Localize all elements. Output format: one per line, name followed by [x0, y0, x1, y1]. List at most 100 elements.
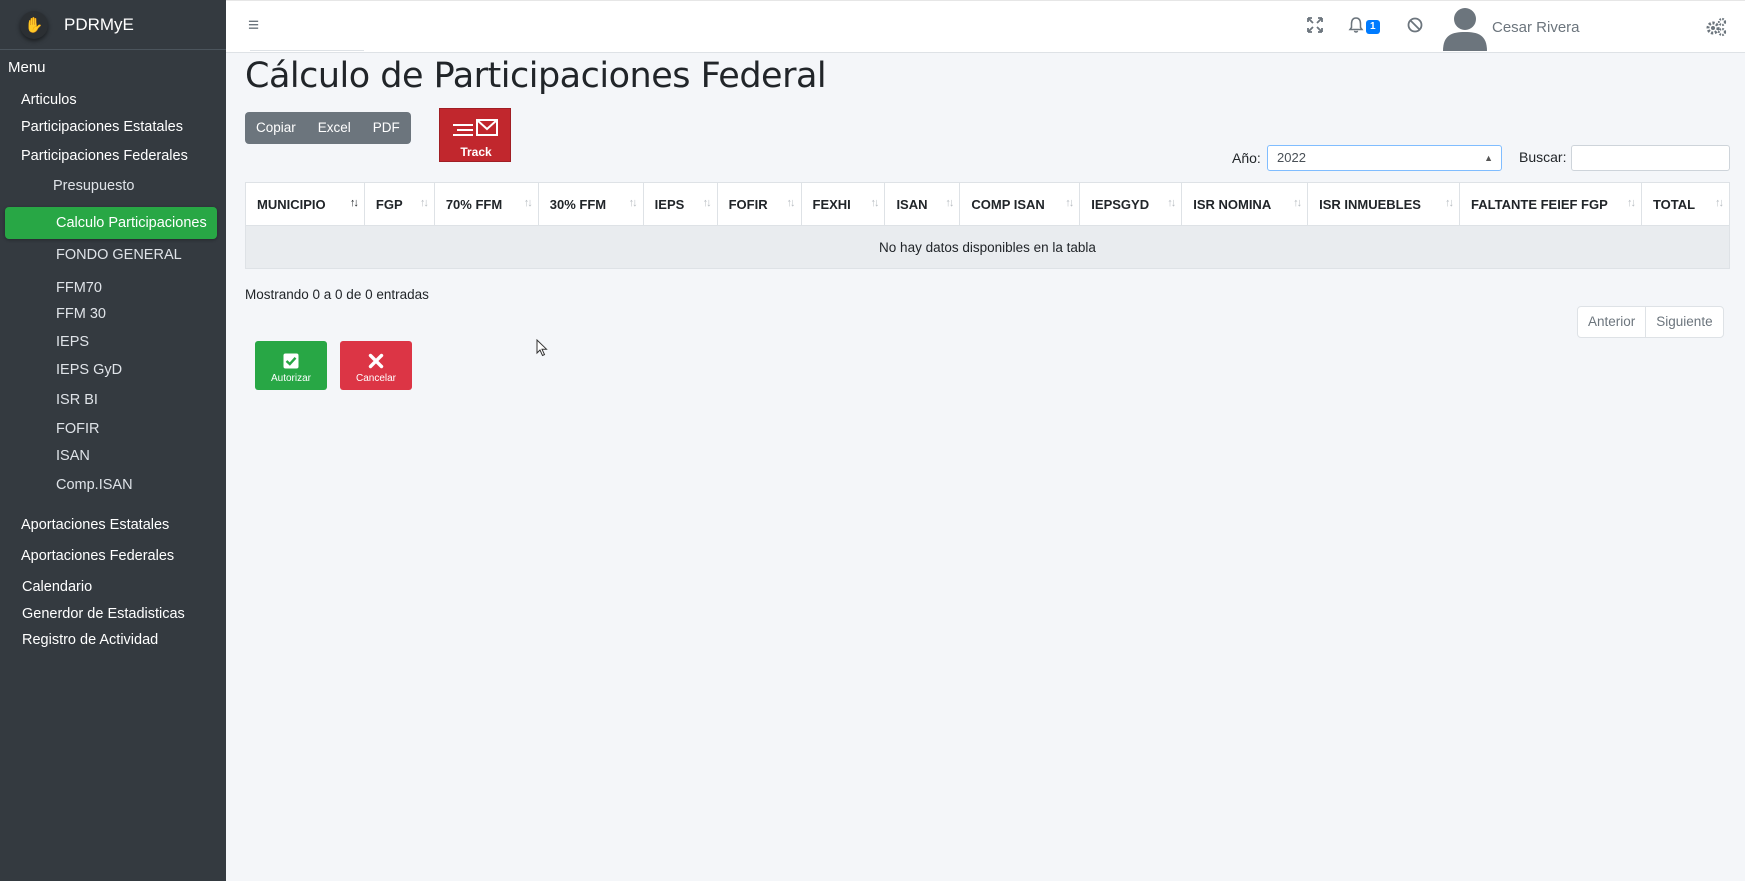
- block-icon[interactable]: [1406, 16, 1424, 34]
- search-input[interactable]: [1571, 145, 1730, 171]
- sidebar-item-comp-isan[interactable]: Comp.ISAN: [56, 477, 133, 493]
- authorize-label: Autorizar: [270, 373, 311, 384]
- cancel-button[interactable]: Cancelar: [340, 341, 412, 390]
- column-header-municipio[interactable]: MUNICIPIO ↑↓: [245, 182, 365, 226]
- year-select[interactable]: 2022 ▲: [1267, 145, 1502, 171]
- column-header-iepsgyd[interactable]: IEPSGYD ↑↓: [1079, 182, 1183, 226]
- sidebar-item-fofir[interactable]: FOFIR: [56, 421, 100, 437]
- search-label: Buscar:: [1519, 149, 1567, 165]
- column-header-label: ISAN: [896, 196, 928, 212]
- table-row: No hay datos disponibles en la tabla: [245, 225, 1730, 269]
- sidebar-item-ieps[interactable]: IEPS: [56, 334, 89, 350]
- column-header-isr-inmuebles[interactable]: ISR INMUEBLES ↑↓: [1307, 182, 1461, 226]
- column-header-70-ffm[interactable]: 70% FFM ↑↓: [433, 182, 539, 226]
- sort-icon: ↑↓: [628, 197, 638, 209]
- gears-icon[interactable]: [1705, 17, 1727, 37]
- table-info: Mostrando 0 a 0 de 0 entradas: [245, 287, 429, 302]
- column-header-30-ffm[interactable]: 30% FFM ↑↓: [537, 182, 644, 226]
- sidebar-item-presupuesto[interactable]: Presupuesto: [53, 178, 134, 194]
- pdf-button[interactable]: PDF: [362, 112, 411, 144]
- cancel-label: Cancelar: [355, 373, 397, 384]
- mouse-cursor-icon: [536, 339, 548, 357]
- sort-asc-icon: ↑↓: [349, 197, 359, 209]
- year-label: Año:: [1232, 150, 1261, 166]
- column-header-label: ISR INMUEBLES: [1319, 196, 1421, 212]
- user-name[interactable]: Cesar Rivera: [1492, 19, 1580, 36]
- sort-icon: ↑↓: [523, 197, 533, 209]
- sidebar-item-articulos[interactable]: Articulos: [21, 92, 77, 108]
- column-header-total[interactable]: TOTAL ↑↓: [1640, 182, 1731, 226]
- table-header-row: MUNICIPIO ↑↓ FGP ↑↓ 70% FFM ↑↓ 30% FFM ↑↓ IE…: [245, 182, 1731, 226]
- sidebar-item-calculo-participaciones[interactable]: Calculo Participaciones: [5, 207, 217, 239]
- notification-badge: 1: [1366, 20, 1380, 34]
- year-select-value: 2022: [1277, 150, 1306, 165]
- sort-icon: ↑↓: [1065, 197, 1074, 209]
- column-header-label: ISR NOMINA: [1193, 196, 1272, 212]
- column-header-label: COMP ISAN: [971, 196, 1045, 212]
- mail-track-icon: [453, 119, 498, 136]
- menu-header: Menu: [8, 59, 46, 76]
- sort-icon: ↑↓: [1293, 197, 1302, 209]
- copy-button[interactable]: Copiar: [245, 112, 307, 144]
- bell-icon[interactable]: [1347, 16, 1365, 34]
- sort-icon: ↑↓: [786, 197, 796, 209]
- column-header-label: MUNICIPIO: [257, 196, 326, 212]
- next-page-button[interactable]: Siguiente: [1645, 307, 1722, 337]
- tab-strip: [250, 50, 364, 54]
- sort-icon: ↑↓: [702, 197, 712, 209]
- brand-logo-icon: ✋: [20, 10, 48, 39]
- column-header-faltante-feief-fgp[interactable]: FALTANTE FEIEF FGP ↑↓: [1459, 182, 1642, 226]
- sort-icon: ↑↓: [419, 197, 429, 209]
- check-square-icon: [283, 353, 299, 369]
- sidebar-item-aportaciones-estatales[interactable]: Aportaciones Estatales: [21, 517, 169, 533]
- track-label: Track: [460, 145, 492, 159]
- column-header-isan[interactable]: ISAN ↑↓: [884, 182, 961, 226]
- sidebar-item-isr-bi[interactable]: ISR BI: [56, 392, 98, 408]
- column-header-fgp[interactable]: FGP ↑↓: [363, 182, 435, 226]
- previous-page-button[interactable]: Anterior: [1578, 307, 1645, 337]
- top-navbar: ≡ 1 Cesar Rivera: [226, 0, 1745, 53]
- sort-icon: ↑↓: [1626, 197, 1636, 209]
- sidebar-item-fondo-general[interactable]: FONDO GENERAL: [56, 247, 182, 263]
- sort-icon: ↑↓: [870, 197, 879, 209]
- pagination: Anterior Siguiente: [1577, 306, 1724, 338]
- close-icon: [368, 353, 384, 369]
- column-header-ieps[interactable]: IEPS ↑↓: [642, 182, 718, 226]
- sort-icon: ↑↓: [1715, 197, 1724, 209]
- page-title: Cálculo de Participaciones Federal: [245, 56, 827, 96]
- sort-icon: ↑↓: [1445, 197, 1454, 209]
- excel-button[interactable]: Excel: [307, 112, 362, 144]
- column-header-fexhi[interactable]: FEXHI ↑↓: [800, 182, 886, 226]
- column-header-label: FGP: [375, 196, 403, 212]
- sidebar-item-participaciones-estatales[interactable]: Participaciones Estatales: [21, 119, 183, 135]
- column-header-label: 30% FFM: [549, 196, 607, 212]
- sidebar-item-ieps-gyd[interactable]: IEPS GyD: [56, 362, 122, 378]
- brand-name: PDRMyE: [64, 14, 134, 34]
- sort-icon: ↑↓: [1167, 197, 1176, 209]
- sidebar-item-isan[interactable]: ISAN: [56, 448, 90, 464]
- column-header-isr-nomina[interactable]: ISR NOMINA ↑↓: [1181, 182, 1309, 226]
- participaciones-table: MUNICIPIO ↑↓ FGP ↑↓ 70% FFM ↑↓ 30% FFM ↑↓ IE…: [245, 182, 1731, 269]
- column-header-comp-isan[interactable]: COMP ISAN ↑↓: [959, 182, 1081, 226]
- sidebar-item-generdor-estadisticas[interactable]: Generdor de Estadisticas: [22, 606, 185, 622]
- track-button[interactable]: Track: [439, 108, 511, 162]
- sidebar-item-ffm30[interactable]: FFM 30: [56, 306, 106, 322]
- column-header-label: TOTAL: [1652, 196, 1696, 212]
- expand-icon[interactable]: [1306, 16, 1324, 34]
- column-header-label: 70% FFM: [445, 196, 503, 212]
- authorize-button[interactable]: Autorizar: [255, 341, 327, 390]
- export-button-group: Copiar Excel PDF: [245, 112, 411, 144]
- sidebar-item-registro-actividad[interactable]: Registro de Actividad: [22, 632, 158, 648]
- brand-link[interactable]: ✋ PDRMyE: [0, 0, 226, 50]
- sidebar-item-calendario[interactable]: Calendario: [22, 579, 92, 595]
- column-header-label: FEXHI: [812, 196, 851, 212]
- sidebar-item-participaciones-federales[interactable]: Participaciones Federales: [21, 148, 188, 164]
- sidebar: ✋ PDRMyE Menu Articulos Participaciones …: [0, 0, 226, 881]
- sidebar-item-aportaciones-federales[interactable]: Aportaciones Federales: [21, 548, 174, 564]
- menu-icon[interactable]: ≡: [248, 15, 259, 37]
- column-header-fofir[interactable]: FOFIR ↑↓: [716, 182, 802, 226]
- sidebar-item-ffm70[interactable]: FFM70: [56, 280, 102, 296]
- user-avatar[interactable]: [1442, 5, 1488, 51]
- sort-icon: ↑↓: [945, 197, 954, 209]
- empty-table-message: No hay datos disponibles en la tabla: [245, 225, 1730, 269]
